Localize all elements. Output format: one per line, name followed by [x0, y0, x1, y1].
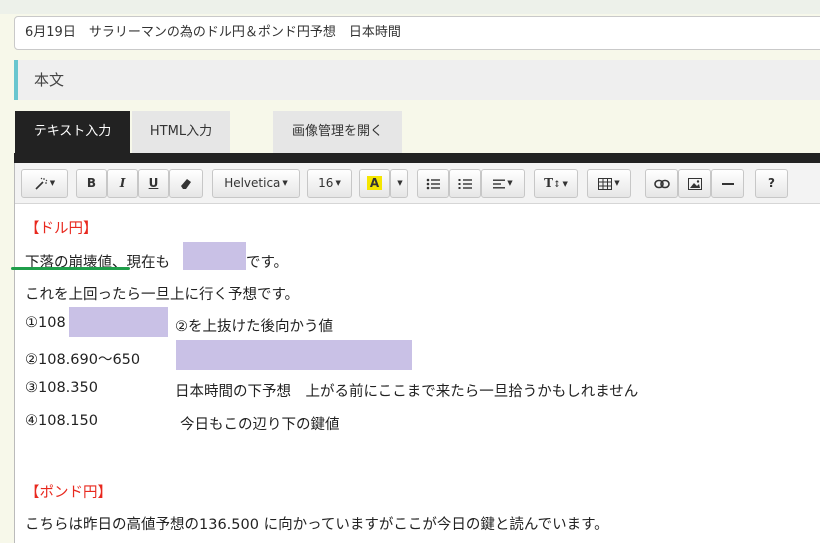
link-icon — [653, 176, 670, 190]
caret-icon: ▼ — [397, 179, 403, 187]
text-line-6a: ④108.150 — [25, 413, 98, 429]
align-button[interactable]: ▼ — [481, 169, 525, 198]
redaction-box — [69, 307, 168, 337]
bullet-list-icon — [426, 176, 440, 190]
clear-format-button[interactable] — [169, 169, 203, 198]
text-line-5b: 日本時間の下予想 上がる前にここまで来たら一旦拾うかもしれません — [175, 384, 639, 400]
font-size-select[interactable]: 16 ▼ — [307, 169, 352, 198]
text-line-1b: です。 — [246, 255, 289, 271]
caret-icon: ▼ — [335, 179, 341, 187]
updown-arrow-icon: ↕ — [553, 180, 561, 190]
tab-text-input[interactable]: テキスト入力 — [15, 111, 130, 153]
top-strip — [0, 0, 820, 14]
numbered-list-icon — [458, 176, 472, 190]
editor-toolbar: ▼ B I U Helvetica ▼ 16 ▼ A ▼ ▼ T↕ ▼ ▼ ? — [15, 163, 820, 204]
font-family-value: Helvetica — [224, 176, 281, 190]
heading-pound-yen: 【ポンド円】 — [25, 485, 112, 501]
highlight-color-dropdown[interactable]: ▼ — [390, 169, 408, 198]
bullet-list-button[interactable] — [417, 169, 449, 198]
rich-text-editor[interactable]: ▼ B I U Helvetica ▼ 16 ▼ A ▼ ▼ T↕ ▼ ▼ ? … — [11, 163, 820, 543]
font-family-select[interactable]: Helvetica ▼ — [212, 169, 300, 198]
redaction-box — [183, 242, 246, 270]
font-size-value: 16 — [318, 176, 334, 190]
help-button[interactable]: ? — [755, 169, 788, 198]
text-line-7: こちらは昨日の高値予想の136.500 に向かっていますがここが今日の鍵と読んで… — [25, 517, 609, 533]
text-line-3a: ①108 — [25, 315, 66, 331]
caret-icon: ▼ — [282, 179, 288, 187]
title-input[interactable]: 6月19日 サラリーマンの為のドル円＆ポンド円予想 日本時間 — [14, 16, 820, 50]
highlight-color-button[interactable]: A — [359, 169, 390, 198]
style-button[interactable]: ▼ — [21, 169, 68, 198]
italic-button[interactable]: I — [107, 169, 138, 198]
link-button[interactable] — [645, 169, 678, 198]
text-line-3b: ②を上抜けた後向かう値 — [175, 319, 333, 335]
insert-image-button[interactable] — [678, 169, 711, 198]
section-header-body: 本文 — [14, 60, 820, 100]
caret-icon: ▼ — [507, 179, 513, 187]
table-icon — [598, 176, 613, 190]
horizontal-rule-icon — [721, 176, 734, 190]
open-image-manager-button[interactable]: 画像管理を開く — [273, 111, 402, 153]
text-line-6b: 今日もこの辺り下の鍵値 — [180, 417, 340, 433]
magic-wand-icon — [34, 176, 48, 190]
table-button[interactable]: ▼ — [587, 169, 631, 198]
caret-icon: ▼ — [49, 179, 56, 187]
highlight-letter: A — [366, 176, 383, 190]
image-icon — [687, 176, 702, 190]
tab-html-input[interactable]: HTML入力 — [132, 111, 230, 153]
align-icon — [493, 176, 506, 190]
line-height-button[interactable]: T↕ ▼ — [534, 169, 578, 198]
bold-button[interactable]: B — [76, 169, 107, 198]
horizontal-rule-button[interactable] — [711, 169, 744, 198]
caret-icon: ▼ — [562, 179, 568, 188]
underline-button[interactable]: U — [138, 169, 169, 198]
heading-dollar-yen: 【ドル円】 — [25, 221, 98, 237]
line-height-letter: T — [544, 176, 553, 190]
text-line-5a: ③108.350 — [25, 380, 98, 396]
green-underline-mark — [11, 267, 130, 270]
text-line-2: これを上回ったら一旦上に行く予想です。 — [25, 287, 300, 303]
editor-top-bar — [14, 153, 820, 163]
eraser-icon — [180, 176, 192, 190]
text-line-4: ②108.690～650 — [25, 352, 141, 368]
caret-icon: ▼ — [614, 179, 620, 187]
numbered-list-button[interactable] — [449, 169, 481, 198]
redaction-box — [176, 340, 412, 370]
